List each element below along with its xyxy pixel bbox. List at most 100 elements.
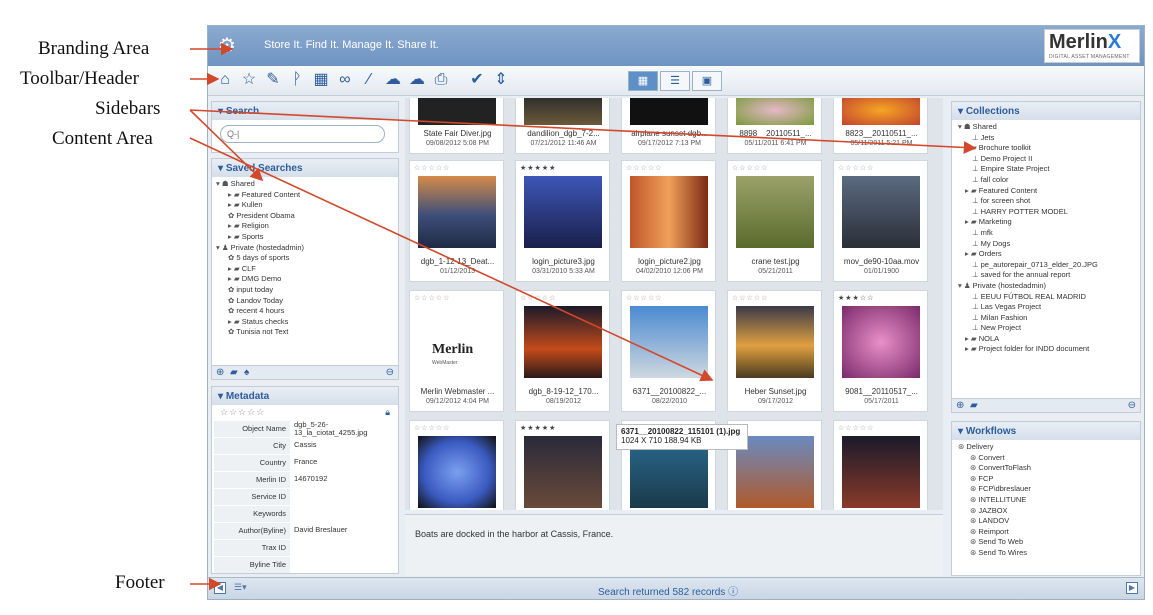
asset-card[interactable]: 8823__20110511_... 05/11/2011 5:21 PM: [833, 98, 928, 154]
saved-search-item[interactable]: ✿ 5 days of sports: [216, 253, 394, 264]
asset-rating[interactable]: ☆☆☆☆☆: [520, 294, 556, 302]
asset-card[interactable]: ☆☆☆☆☆ dgb_1-12-13_Deat... 01/12/2013: [409, 160, 504, 282]
saved-search-item[interactable]: ✿ input today: [216, 285, 394, 296]
cloud-download-icon[interactable]: ☁: [384, 71, 402, 89]
asset-thumbnail[interactable]: [524, 436, 602, 508]
collapse-left-icon[interactable]: ◀: [214, 582, 226, 594]
link-icon[interactable]: ∞: [336, 71, 354, 89]
metadata-value[interactable]: Cassis: [294, 441, 394, 449]
saved-search-item[interactable]: ▾ ♟ Private (hostedadmin): [216, 243, 394, 254]
asset-thumbnail[interactable]: [736, 306, 814, 378]
asset-card[interactable]: dandilion_dgb_7-2... 07/21/2012 11:46 AM: [515, 98, 610, 154]
remove-icon[interactable]: ⊖: [386, 367, 394, 378]
asset-thumbnail[interactable]: [736, 98, 814, 125]
collection-item[interactable]: ▸ ▰ Orders: [958, 249, 1134, 260]
collapse-right-icon[interactable]: ▶: [1126, 582, 1138, 594]
saved-search-item[interactable]: ▸ ▰ DMG Demo: [216, 274, 394, 285]
bell-icon[interactable]: ♠: [244, 367, 249, 378]
workflow-item[interactable]: ⊛ INTELLITUNE: [958, 495, 1134, 506]
grid-view-button[interactable]: ▦: [628, 71, 658, 91]
asset-thumbnail[interactable]: [842, 306, 920, 378]
asset-card[interactable]: ★★★☆☆ 9081__20110517_... 05/17/2011: [833, 290, 928, 412]
cloud-upload-icon[interactable]: ☁: [408, 71, 426, 89]
metadata-value[interactable]: France: [294, 458, 394, 466]
asset-rating[interactable]: ★★★★★: [520, 424, 556, 432]
collection-item[interactable]: ⊥ EEUU FÚTBOL REAL MADRID: [958, 292, 1134, 303]
asset-thumbnail[interactable]: [736, 176, 814, 248]
star-icon[interactable]: ☆: [240, 71, 258, 89]
collection-item[interactable]: ⊥ saved for the annual report: [958, 270, 1134, 281]
asset-thumbnail[interactable]: [418, 98, 496, 125]
asset-card[interactable]: 8898__20110511_... 05/11/2011 6:41 PM: [727, 98, 822, 154]
lock-icon[interactable]: 🔒︎: [385, 407, 390, 418]
asset-thumbnail[interactable]: Merlin WebMaster: [418, 306, 496, 378]
collection-item[interactable]: ⊥ New Project: [958, 323, 1134, 334]
workflow-item[interactable]: ⊛ Send To Web: [958, 537, 1134, 548]
workflow-item[interactable]: ⊛ Reimport: [958, 527, 1134, 538]
saved-search-item[interactable]: ▾ ☗ Shared: [216, 179, 394, 190]
asset-card[interactable]: ★★★★★: [515, 420, 610, 510]
collection-item[interactable]: ▸ ▰ Marketing: [958, 217, 1134, 228]
asset-card[interactable]: airplane sunset dgb... 09/17/2012 7:13 PM: [621, 98, 716, 154]
asset-rating[interactable]: ☆☆☆☆☆: [732, 294, 768, 302]
workflow-item[interactable]: ⊛ Convert: [958, 453, 1134, 464]
folder-icon[interactable]: ▰: [230, 367, 238, 378]
asset-card[interactable]: ☆☆☆☆☆ crane test.jpg 05/21/2011: [727, 160, 822, 282]
asset-thumbnail[interactable]: [524, 98, 602, 125]
image-view-button[interactable]: ▣: [692, 71, 722, 91]
menu-icon[interactable]: ☰▾: [234, 582, 247, 593]
collection-item[interactable]: ⊥ fall color: [958, 175, 1134, 186]
calendar-icon[interactable]: ▦: [312, 71, 330, 89]
asset-card[interactable]: ☆☆☆☆☆: [409, 420, 504, 510]
asset-rating[interactable]: ☆☆☆☆☆: [626, 164, 662, 172]
metadata-value[interactable]: dgb_5-26-13_la_ciotat_4255.jpg: [294, 421, 394, 437]
list-view-button[interactable]: ☰: [660, 71, 690, 91]
asset-card[interactable]: ☆☆☆☆☆ mov_de90-10aa.mov 01/01/1900: [833, 160, 928, 282]
asset-rating[interactable]: ★★★★★: [520, 164, 556, 172]
saved-search-item[interactable]: ▸ ▰ CLF: [216, 264, 394, 275]
remove-icon[interactable]: ⊖: [1128, 400, 1136, 411]
collection-item[interactable]: ⊥ My Dogs: [958, 239, 1134, 250]
asset-thumbnail[interactable]: [630, 306, 708, 378]
add-icon[interactable]: ⊕: [216, 367, 224, 378]
asset-card[interactable]: ☆☆☆☆☆: [833, 420, 928, 510]
workflow-item[interactable]: ⊛ LANDOV: [958, 516, 1134, 527]
asset-card[interactable]: ☆☆☆☆☆ Merlin WebMaster Merlin Webmaster ...…: [409, 290, 504, 412]
metadata-value[interactable]: 14670192: [294, 475, 394, 483]
asset-card[interactable]: ☆☆☆☆☆ dgb_8-19-12_170... 08/19/2012: [515, 290, 610, 412]
saved-search-item[interactable]: ✿ Tunisia not Text: [216, 327, 394, 338]
asset-thumbnail[interactable]: [524, 306, 602, 378]
saved-search-item[interactable]: ▸ ▰ Featured Content: [216, 190, 394, 201]
workflow-item[interactable]: ⊛ ConvertToFlash: [958, 463, 1134, 474]
collection-item[interactable]: ▸ ▰ Project folder for INDD document: [958, 344, 1134, 355]
asset-thumbnail[interactable]: [630, 176, 708, 248]
search-input[interactable]: [220, 125, 385, 143]
folder-icon[interactable]: ▰: [970, 400, 978, 411]
wand-icon[interactable]: ⁄: [360, 71, 378, 89]
saved-search-item[interactable]: ▸ ▰ Sports: [216, 232, 394, 243]
saved-search-item[interactable]: ✿ recent 4 hours: [216, 306, 394, 317]
collection-item[interactable]: ▸ ▰ Brochure toolkit: [958, 143, 1134, 154]
asset-rating[interactable]: ☆☆☆☆☆: [732, 164, 768, 172]
metadata-rating[interactable]: ☆☆☆☆☆: [220, 407, 265, 418]
asset-thumbnail[interactable]: [842, 436, 920, 508]
asset-card[interactable]: ☆☆☆☆☆ 6371__20100822_... 08/22/2010: [621, 290, 716, 412]
asset-rating[interactable]: ☆☆☆☆☆: [838, 424, 874, 432]
print-icon[interactable]: ⎙: [432, 71, 450, 89]
asset-thumbnail[interactable]: [842, 176, 920, 248]
asset-card[interactable]: State Fair Diver.jpg 09/08/2012 5:08 PM: [409, 98, 504, 154]
saved-search-item[interactable]: ▸ ▰ Religion: [216, 221, 394, 232]
workflow-item[interactable]: ⊛ FCP: [958, 474, 1134, 485]
collection-item[interactable]: ▸ ▰ NOLA: [958, 334, 1134, 345]
collection-item[interactable]: ⊥ Jets: [958, 133, 1134, 144]
sort-icon[interactable]: ⇕: [492, 71, 510, 89]
collection-item[interactable]: ⊥ Milan Fashion: [958, 313, 1134, 324]
workflow-item[interactable]: ⊛ JAZBOX: [958, 506, 1134, 517]
asset-card[interactable]: ★★★★★ login_picture3.jpg 03/31/2010 5:33 A…: [515, 160, 610, 282]
asset-thumbnail[interactable]: [418, 436, 496, 508]
asset-thumbnail[interactable]: [524, 176, 602, 248]
collection-item[interactable]: ▾ ☗ Shared: [958, 122, 1134, 133]
asset-rating[interactable]: ☆☆☆☆☆: [414, 424, 450, 432]
asset-card[interactable]: ☆☆☆☆☆ Heber Sunset.jpg 09/17/2012: [727, 290, 822, 412]
home-icon[interactable]: ⌂: [216, 71, 234, 89]
